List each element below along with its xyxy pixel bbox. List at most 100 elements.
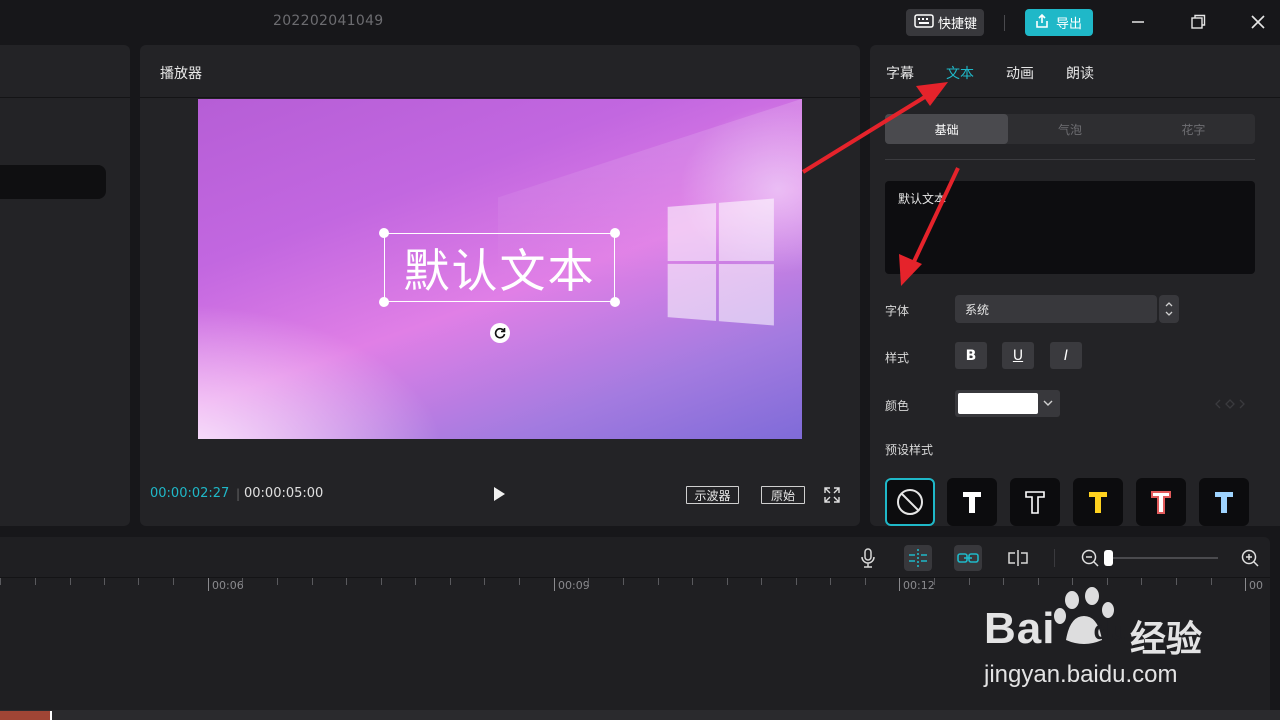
auto-snap-button[interactable] bbox=[904, 545, 932, 571]
preset-outline[interactable] bbox=[1010, 478, 1060, 526]
tick-label: 00:06 bbox=[212, 579, 244, 592]
player-title: 播放器 bbox=[160, 66, 202, 82]
preset-red-outline[interactable] bbox=[1136, 478, 1186, 526]
oscilloscope-button[interactable]: 示波器 bbox=[686, 486, 739, 504]
tick-label: 00:12 bbox=[903, 579, 935, 592]
zoom-in-icon bbox=[1241, 549, 1259, 567]
zoom-in-button[interactable] bbox=[1236, 545, 1264, 571]
font-stepper[interactable] bbox=[1159, 295, 1179, 323]
record-audio-button[interactable] bbox=[854, 545, 882, 571]
project-title: 202202041049 bbox=[273, 13, 384, 29]
properties-panel: 字幕 文本 动画 朗读 基础 气泡 花字 默认文本 字体 系统 样式 B U I… bbox=[870, 45, 1280, 526]
baidu-watermark: Bai du 经验 jingyan.baidu.com bbox=[980, 586, 1220, 696]
tab-subtitle[interactable]: 字幕 bbox=[886, 63, 914, 83]
preset-yellow[interactable] bbox=[1073, 478, 1123, 526]
preset-label: 预设样式 bbox=[885, 443, 934, 457]
updown-icon bbox=[1165, 302, 1173, 316]
split-button[interactable] bbox=[1004, 545, 1032, 571]
link-icon bbox=[957, 553, 979, 563]
keyframe-icon[interactable] bbox=[1215, 398, 1245, 410]
t-style-icon bbox=[963, 492, 981, 513]
play-button[interactable] bbox=[490, 485, 508, 507]
resize-handle-tl[interactable] bbox=[379, 228, 389, 238]
underline-button[interactable]: U bbox=[1002, 342, 1034, 369]
font-select[interactable]: 系统 bbox=[955, 295, 1157, 323]
original-ratio-button[interactable]: 原始 bbox=[761, 486, 805, 504]
video-preview[interactable]: 默认文本 bbox=[198, 99, 802, 439]
subtab-bubble[interactable]: 气泡 bbox=[1008, 114, 1131, 144]
title-bar: 202202041049 快捷键 导出 bbox=[0, 0, 1280, 44]
tick-label: 00:09 bbox=[558, 579, 590, 592]
resize-handle-tr[interactable] bbox=[610, 228, 620, 238]
watermark-url: jingyan.baidu.com bbox=[984, 661, 1178, 688]
preset-none[interactable] bbox=[885, 478, 935, 526]
watermark-brand: Bai du bbox=[984, 604, 1128, 653]
export-icon bbox=[1034, 13, 1050, 33]
track-strip bbox=[0, 710, 1280, 720]
t-style-icon bbox=[1151, 491, 1171, 514]
current-time: 00:00:02:27 bbox=[150, 486, 230, 501]
zoom-out-icon bbox=[1081, 549, 1099, 567]
timeline-clip[interactable] bbox=[0, 711, 52, 720]
restore-icon bbox=[1191, 14, 1206, 29]
maximize-button[interactable] bbox=[1186, 10, 1210, 34]
t-style-icon bbox=[1215, 492, 1233, 513]
minimize-icon bbox=[1132, 21, 1144, 23]
section-divider bbox=[885, 159, 1255, 160]
color-picker[interactable] bbox=[955, 390, 1060, 417]
no-style-icon bbox=[897, 489, 923, 515]
panel-divider bbox=[140, 97, 860, 98]
snap-icon bbox=[909, 549, 927, 567]
rotate-handle[interactable] bbox=[490, 323, 510, 343]
font-label: 字体 bbox=[885, 304, 910, 318]
export-button[interactable]: 导出 bbox=[1025, 9, 1093, 36]
shortcut-label: 快捷键 bbox=[938, 17, 978, 32]
tab-animation[interactable]: 动画 bbox=[1006, 63, 1034, 83]
chevron-down-icon bbox=[1043, 400, 1053, 406]
color-swatch bbox=[958, 393, 1038, 414]
text-selection-box[interactable]: 默认文本 bbox=[379, 228, 620, 307]
subtab-basic[interactable]: 基础 bbox=[885, 114, 1009, 144]
text-input[interactable]: 默认文本 bbox=[885, 181, 1255, 274]
tab-text[interactable]: 文本 bbox=[946, 63, 974, 83]
bold-button[interactable]: B bbox=[955, 342, 987, 369]
color-label: 颜色 bbox=[885, 399, 910, 413]
link-button[interactable] bbox=[954, 545, 982, 571]
rotate-icon bbox=[494, 327, 506, 339]
keyboard-icon bbox=[914, 13, 934, 32]
total-time: 00:00:05:00 bbox=[244, 486, 324, 501]
close-icon bbox=[1251, 15, 1265, 29]
fullscreen-button[interactable] bbox=[824, 487, 840, 507]
titlebar-divider bbox=[1004, 15, 1005, 31]
style-label: 样式 bbox=[885, 351, 910, 365]
t-style-icon bbox=[1089, 492, 1107, 513]
property-tabs: 字幕 文本 动画 朗读 bbox=[886, 63, 1094, 83]
zoom-slider[interactable] bbox=[1110, 557, 1218, 559]
microphone-icon bbox=[861, 548, 875, 568]
play-icon bbox=[494, 487, 505, 501]
tab-readaloud[interactable]: 朗读 bbox=[1066, 63, 1094, 83]
resize-handle-bl[interactable] bbox=[379, 297, 389, 307]
toolbar-divider bbox=[1054, 549, 1055, 567]
watermark-brand-cn: 经验 bbox=[1130, 619, 1203, 660]
text-subtabs: 基础 气泡 花字 bbox=[885, 114, 1255, 144]
resize-handle-br[interactable] bbox=[610, 297, 620, 307]
shortcut-button[interactable]: 快捷键 bbox=[906, 9, 984, 36]
close-button[interactable] bbox=[1246, 10, 1270, 34]
media-search-bar[interactable] bbox=[0, 165, 106, 199]
minimize-button[interactable] bbox=[1126, 10, 1150, 34]
preset-white[interactable] bbox=[947, 478, 997, 526]
zoom-slider-knob[interactable] bbox=[1104, 550, 1113, 566]
italic-button[interactable]: I bbox=[1050, 342, 1082, 369]
tick-label: 00 bbox=[1249, 579, 1263, 592]
overlay-text[interactable]: 默认文本 bbox=[385, 234, 614, 301]
panel-divider bbox=[0, 97, 130, 98]
preset-blue[interactable] bbox=[1199, 478, 1249, 526]
export-label: 导出 bbox=[1056, 17, 1083, 32]
windows-logo bbox=[667, 198, 774, 326]
subtab-fancy-text[interactable]: 花字 bbox=[1132, 114, 1255, 144]
panel-divider bbox=[870, 97, 1280, 98]
media-panel bbox=[0, 45, 130, 526]
player-panel: 播放器 默认文本 00:00:02:27 | 00:00:05:00 示波器 原… bbox=[140, 45, 860, 526]
zoom-out-button[interactable] bbox=[1076, 545, 1104, 571]
